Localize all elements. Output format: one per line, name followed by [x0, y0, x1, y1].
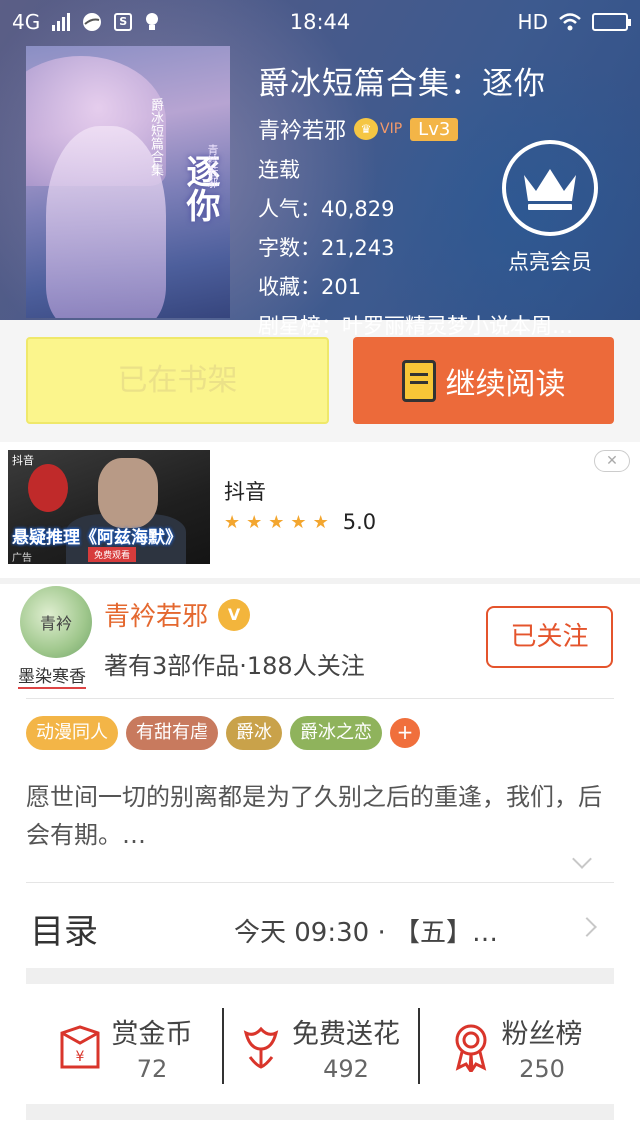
- star-icon: ★: [312, 511, 329, 533]
- tag-list: 动漫同人 有甜有虐 爵冰 爵冰之恋 +: [26, 716, 420, 750]
- ad-thumbnail[interactable]: 抖音 悬疑推理《阿兹海默》 免费观看 广告: [8, 450, 210, 564]
- toc-title: 目录: [30, 912, 98, 952]
- add-tag-button[interactable]: +: [390, 718, 420, 748]
- verified-icon: V: [218, 598, 251, 631]
- avatar-image: 青衿: [20, 586, 92, 658]
- svg-text:¥: ¥: [75, 1049, 84, 1065]
- ad-rating-row: ★ ★ ★ ★ ★ 5.0: [224, 510, 376, 534]
- section-band: [26, 1104, 614, 1120]
- stat-value: 492: [323, 1054, 369, 1083]
- continue-reading-button[interactable]: 继续阅读: [353, 337, 614, 424]
- divider: [26, 698, 614, 699]
- star-icon: ★: [246, 511, 263, 533]
- stat-value: 250: [519, 1054, 565, 1083]
- member-button[interactable]: 点亮会员: [500, 140, 600, 276]
- ad-tag: 广告: [12, 553, 32, 564]
- book-author[interactable]: 青衿若邪: [258, 113, 346, 145]
- cover-subtitle: 爵冰短篇合集: [148, 98, 163, 176]
- on-shelf-button[interactable]: 已在书架: [26, 337, 329, 424]
- status-bar: 4G S 18:44 HD: [0, 0, 640, 44]
- cover-author: 青衿若邪: [206, 144, 219, 188]
- section-gap: [0, 578, 640, 584]
- battery-icon: [592, 13, 631, 31]
- toc-latest-chapter: 今天 09:30 · 【五】…: [234, 918, 498, 948]
- author-name[interactable]: 青衿若邪: [104, 596, 208, 633]
- author-avatar[interactable]: 青衿 墨染寒香: [18, 586, 94, 689]
- ad-person-face: [98, 458, 158, 528]
- author-meta: 著有3部作品·188人关注: [104, 652, 365, 680]
- tag-item[interactable]: 爵冰: [226, 716, 282, 750]
- ad-thumb-logo: 抖音: [12, 454, 34, 467]
- send-flowers-item[interactable]: 免费送花 492: [222, 1002, 418, 1092]
- level-badge: Lv3: [410, 117, 459, 141]
- stats-row: ¥ 赏金币 72 免费送花 492 粉丝榜 250: [26, 1002, 614, 1092]
- book-title: 爵冰短篇合集：逐你: [258, 66, 546, 102]
- stat-label: 免费送花: [292, 1018, 400, 1050]
- member-label: 点亮会员: [508, 250, 592, 274]
- chevron-right-icon: [577, 917, 597, 937]
- divider: [26, 882, 614, 883]
- stat-label: 粉丝榜: [501, 1018, 583, 1050]
- tag-item[interactable]: 动漫同人: [26, 716, 118, 750]
- toc-row[interactable]: 目录 今天 09:30 · 【五】…: [26, 904, 614, 956]
- book-description[interactable]: 愿世间一切的别离都是为了久别之后的重逢，我们，后会有期。…: [26, 778, 616, 854]
- ad-rating: 5.0: [342, 510, 377, 534]
- red-envelope-icon: ¥: [60, 1025, 99, 1069]
- bulb-icon: [146, 13, 159, 30]
- avatar-seal-text: 墨染寒香: [18, 662, 86, 689]
- ad-banner[interactable]: 抖音 悬疑推理《阿兹海默》 免费观看 广告 抖音 ★ ★ ★ ★ ★ 5.0 ✕: [0, 442, 640, 578]
- star-icon: ★: [268, 511, 285, 533]
- vip-badge: ♛ VIP: [354, 118, 402, 140]
- book-cover[interactable]: 爵冰短篇合集 逐你 青衿若邪: [26, 46, 230, 318]
- ad-close-button[interactable]: ✕: [594, 450, 630, 472]
- continue-reading-label: 继续阅读: [445, 366, 566, 402]
- stat-value: 72: [136, 1054, 168, 1083]
- network-label: 4G: [12, 10, 41, 34]
- wifi-icon: [559, 13, 581, 31]
- author-name-row: 青衿若邪 V: [104, 596, 251, 633]
- vip-label: VIP: [380, 121, 403, 137]
- s-app-icon: S: [114, 13, 133, 31]
- book-rank[interactable]: 剧星榜：叶罗丽精灵梦小说本周…: [258, 310, 620, 340]
- ad-balloon: [28, 464, 68, 512]
- star-icon: ★: [224, 511, 241, 533]
- fan-ranking-item[interactable]: 粉丝榜 250: [418, 1002, 614, 1092]
- follow-button[interactable]: 已关注: [486, 606, 613, 668]
- browser-icon: [83, 13, 102, 31]
- flower-icon: [243, 1026, 279, 1069]
- ad-thumb-banner: 悬疑推理《阿兹海默》: [12, 528, 182, 548]
- ad-app-name: 抖音: [224, 480, 266, 504]
- stat-label: 赏金币: [111, 1018, 193, 1050]
- star-icon: ★: [290, 511, 307, 533]
- medal-icon: [455, 1024, 486, 1072]
- signal-icon: [52, 13, 71, 31]
- section-band: [26, 968, 614, 984]
- book-icon: [401, 359, 436, 402]
- reward-coins-item[interactable]: ¥ 赏金币 72: [26, 1002, 222, 1092]
- ad-free-tag: 免费观看: [88, 547, 137, 562]
- crown-icon: ♛: [354, 118, 379, 140]
- tag-item[interactable]: 爵冰之恋: [290, 716, 382, 750]
- hd-label: HD: [517, 10, 548, 34]
- tag-item[interactable]: 有甜有虐: [126, 716, 218, 750]
- member-crown-icon: [502, 140, 598, 236]
